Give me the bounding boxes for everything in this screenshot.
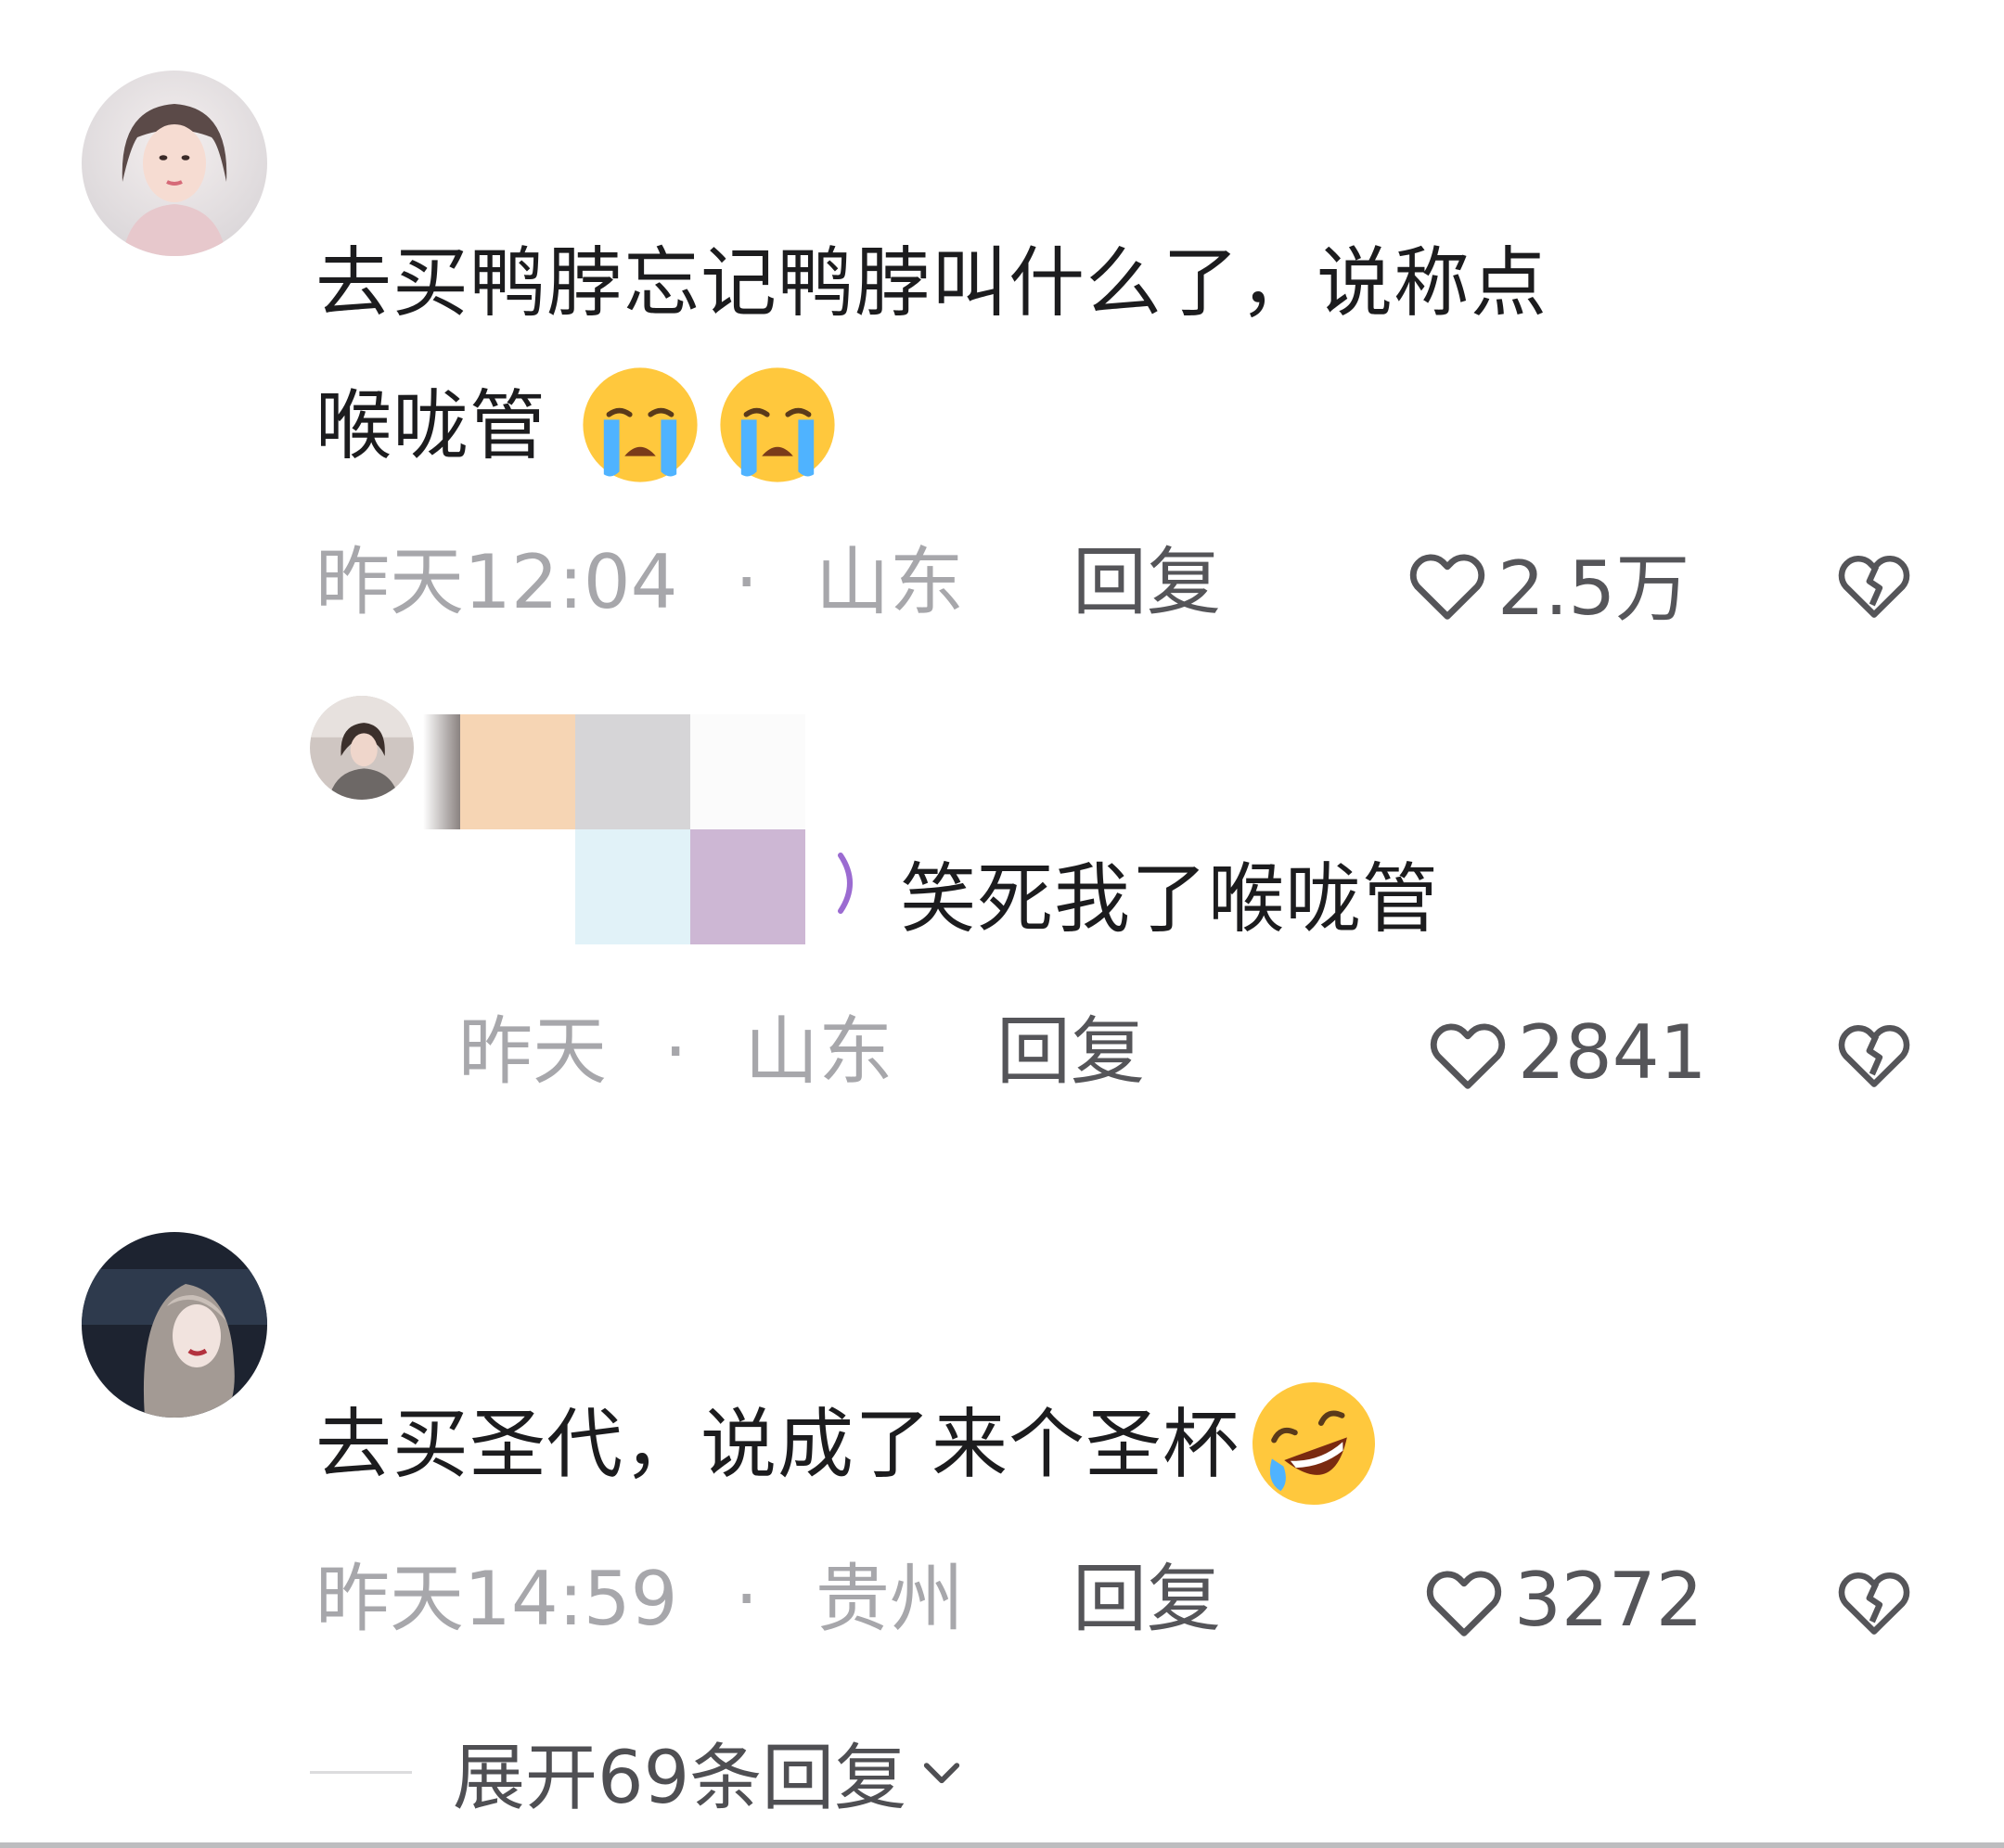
- comment-1-meta: 昨天12:04 · 山东: [315, 536, 964, 629]
- expand-replies-button[interactable]: 展开69条回复: [310, 1720, 968, 1824]
- comment-1-time: 昨天12:04: [315, 539, 678, 625]
- comment-2-avatar[interactable]: [310, 696, 414, 800]
- comment-2-like-count: 2841: [1518, 1008, 1707, 1096]
- comment-1-like-count: 2.5万: [1497, 545, 1690, 632]
- heart-outline-icon: [1430, 1023, 1506, 1089]
- mosaic-cell: [690, 829, 805, 944]
- mosaic-cell: [575, 714, 690, 829]
- reply-arrow-icon: [837, 852, 863, 915]
- comment-3-meta: 昨天14:59 · 贵州: [315, 1553, 964, 1646]
- comment-2-location: 山东: [744, 1008, 893, 1095]
- expand-divider-line: [310, 1770, 412, 1774]
- blurred-username-mosaic: [423, 714, 813, 946]
- comment-1-dislike-button[interactable]: [1833, 545, 1915, 620]
- heart-outline-icon: [1426, 1571, 1502, 1636]
- comment-1-text-line1: 去买鸭脖忘记鸭脖叫什么了，说称点: [315, 239, 1548, 327]
- mosaic-cell: [460, 714, 575, 829]
- comment-1-avatar[interactable]: [82, 71, 267, 256]
- broken-heart-icon: [1838, 1025, 1910, 1087]
- comment-3-text-body: 去买圣代，说成了来个圣杯: [315, 1401, 1240, 1489]
- meta-separator: ·: [734, 1556, 759, 1642]
- mosaic-cell: [423, 714, 460, 829]
- broken-heart-icon: [1838, 1572, 1910, 1635]
- user-avatar-image: [82, 1232, 267, 1418]
- meta-separator: ·: [663, 1008, 687, 1095]
- loudly-crying-face-emoji: [572, 360, 709, 490]
- comment-1-location: 山东: [815, 539, 964, 625]
- comment-3-like-count: 3272: [1514, 1556, 1703, 1643]
- comment-2-meta: 昨天 · 山东: [458, 1006, 893, 1098]
- comment-3-dislike-button[interactable]: [1833, 1562, 1915, 1636]
- user-avatar-image: [310, 696, 414, 800]
- comment-3-reply-button[interactable]: 回复: [1073, 1553, 1221, 1646]
- comment-3-avatar[interactable]: [82, 1232, 267, 1418]
- meta-separator: ·: [734, 539, 759, 625]
- comment-2-reply-button[interactable]: 回复: [996, 1006, 1145, 1098]
- user-avatar-image: [82, 71, 267, 256]
- expand-replies-label: 展开69条回复: [453, 1737, 907, 1820]
- loudly-crying-face-emoji: [709, 360, 846, 490]
- mosaic-cell: [575, 829, 690, 944]
- broken-heart-icon: [1838, 556, 1910, 618]
- comment-3-time: 昨天14:59: [315, 1556, 678, 1642]
- comment-2-dislike-button[interactable]: [1833, 1015, 1915, 1089]
- comment-3-like-button[interactable]: 3272: [1421, 1553, 1703, 1646]
- comment-2-time: 昨天: [458, 1008, 607, 1095]
- comment-2-like-button[interactable]: 2841: [1425, 1006, 1707, 1098]
- comment-2-text: 笑死我了喉咙管: [900, 855, 1440, 943]
- comment-3-text: 去买圣代，说成了来个圣杯: [315, 1371, 1388, 1520]
- comment-1-like-button[interactable]: 2.5万: [1405, 536, 1689, 632]
- comment-1-text: 去买鸭脖忘记鸭脖叫什么了，说称点: [315, 210, 1548, 358]
- bottom-border: [0, 1842, 2004, 1848]
- comment-1-reply-button[interactable]: 回复: [1073, 536, 1221, 629]
- comment-1-text-line2: 喉咙管: [315, 382, 547, 470]
- mosaic-cell: [690, 714, 805, 829]
- chevron-down-icon: [924, 1763, 960, 1784]
- comment-3-location: 贵州: [815, 1556, 964, 1642]
- rolling-on-floor-laughing-emoji: [1240, 1374, 1388, 1513]
- heart-outline-icon: [1409, 554, 1485, 620]
- comment-1-text-second: 喉咙管: [315, 353, 846, 501]
